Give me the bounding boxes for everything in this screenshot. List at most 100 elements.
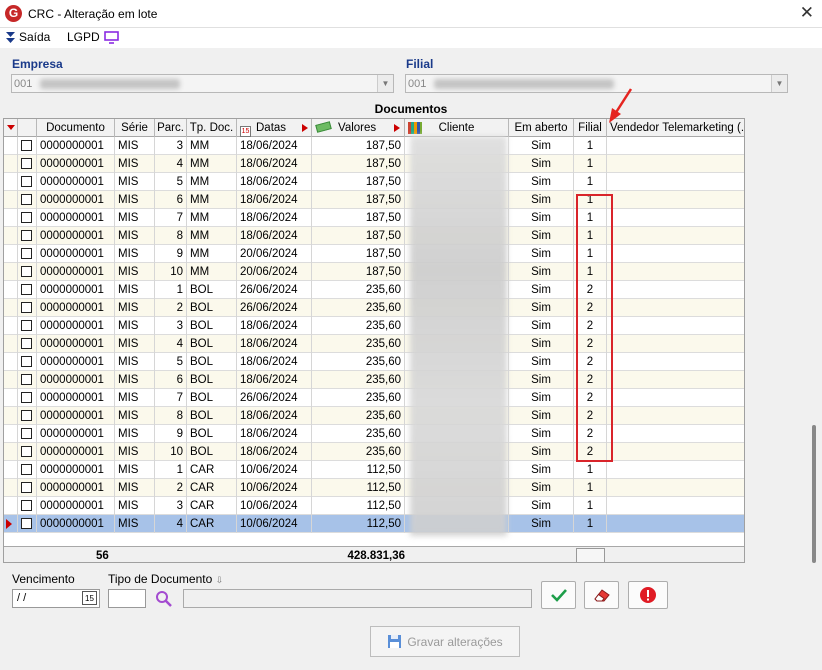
cell-serie[interactable]: MIS [115,173,155,191]
cell-tpdoc[interactable]: BOL [187,407,237,425]
cell-filial[interactable]: 1 [574,173,607,191]
table-row[interactable]: 0000000001 MIS 10 BOL 18/06/2024 235,60 Sim 2 [4,443,744,461]
cell-parc[interactable]: 4 [155,515,187,533]
cell-tpdoc[interactable]: BOL [187,425,237,443]
alert-button[interactable] [628,581,668,609]
cell-parc[interactable]: 6 [155,371,187,389]
cell-filial[interactable]: 1 [574,155,607,173]
cell-blank[interactable] [607,281,744,299]
calendar-picker-icon[interactable]: 15 [82,591,97,605]
cell-documento[interactable]: 0000000001 [37,353,115,371]
cell-filial[interactable]: 1 [574,497,607,515]
cell-documento[interactable]: 0000000001 [37,371,115,389]
cell-tpdoc[interactable]: BOL [187,389,237,407]
cell-valor[interactable]: 235,60 [312,317,405,335]
cell-parc[interactable]: 1 [155,461,187,479]
col-datas[interactable]: 15 Datas [237,119,312,137]
row-menu-header[interactable] [4,119,18,137]
cell-valor[interactable]: 235,60 [312,299,405,317]
cell-serie[interactable]: MIS [115,497,155,515]
col-filial[interactable]: Filial [574,119,607,137]
cell-aberto[interactable]: Sim [509,515,574,533]
cell-filial[interactable]: 1 [574,137,607,155]
cell-aberto[interactable]: Sim [509,173,574,191]
chevron-down-icon[interactable]: ▼ [377,75,393,92]
cell-documento[interactable]: 0000000001 [37,227,115,245]
cell-blank[interactable] [607,371,744,389]
col-serie[interactable]: Série [115,119,155,137]
table-row[interactable]: 0000000001 MIS 3 CAR 10/06/2024 112,50 Sim 1 [4,497,744,515]
select-all-header[interactable] [18,119,37,137]
cell-documento[interactable]: 0000000001 [37,443,115,461]
cell-serie[interactable]: MIS [115,407,155,425]
cell-serie[interactable]: MIS [115,299,155,317]
cell-aberto[interactable]: Sim [509,155,574,173]
cell-parc[interactable]: 3 [155,317,187,335]
cell-serie[interactable]: MIS [115,443,155,461]
cell-tpdoc[interactable]: BOL [187,353,237,371]
cell-blank[interactable] [607,515,744,533]
cell-tpdoc[interactable]: MM [187,245,237,263]
cell-documento[interactable]: 0000000001 [37,335,115,353]
col-valores[interactable]: Valores [312,119,405,137]
table-row[interactable]: 0000000001 MIS 5 BOL 18/06/2024 235,60 Sim 2 [4,353,744,371]
cell-aberto[interactable]: Sim [509,227,574,245]
cell-serie[interactable]: MIS [115,353,155,371]
table-row[interactable]: 0000000001 MIS 4 CAR 10/06/2024 112,50 Sim 1 [4,515,744,533]
cell-blank[interactable] [607,479,744,497]
cell-data[interactable]: 18/06/2024 [237,227,312,245]
cell-tpdoc[interactable]: MM [187,263,237,281]
cell-blank[interactable] [607,425,744,443]
table-row[interactable]: 0000000001 MIS 7 BOL 26/06/2024 235,60 Sim 2 [4,389,744,407]
cell-data[interactable]: 20/06/2024 [237,245,312,263]
saida-menu[interactable]: Saída [6,30,50,44]
cell-filial[interactable]: 1 [574,461,607,479]
cell-tpdoc[interactable]: BOL [187,371,237,389]
cell-data[interactable]: 18/06/2024 [237,335,312,353]
cell-valor[interactable]: 235,60 [312,425,405,443]
cell-blank[interactable] [607,173,744,191]
cell-tpdoc[interactable]: CAR [187,497,237,515]
table-row[interactable]: 0000000001 MIS 2 CAR 10/06/2024 112,50 Sim 1 [4,479,744,497]
cell-blank[interactable] [607,443,744,461]
cell-aberto[interactable]: Sim [509,353,574,371]
cell-serie[interactable]: MIS [115,191,155,209]
cell-serie[interactable]: MIS [115,461,155,479]
table-row[interactable]: 0000000001 MIS 9 MM 20/06/2024 187,50 Sim 1 [4,245,744,263]
chevron-down-icon[interactable]: ▼ [771,75,787,92]
cell-tpdoc[interactable]: CAR [187,461,237,479]
cell-blank[interactable] [607,299,744,317]
cell-serie[interactable]: MIS [115,137,155,155]
cell-aberto[interactable]: Sim [509,425,574,443]
cell-documento[interactable]: 0000000001 [37,245,115,263]
cell-data[interactable]: 18/06/2024 [237,173,312,191]
cell-tpdoc[interactable]: BOL [187,443,237,461]
col-documento[interactable]: Documento [37,119,115,137]
table-row[interactable]: 0000000001 MIS 3 MM 18/06/2024 187,50 Sim 1 [4,137,744,155]
cell-documento[interactable]: 0000000001 [37,191,115,209]
cell-aberto[interactable]: Sim [509,479,574,497]
cell-aberto[interactable]: Sim [509,299,574,317]
cell-blank[interactable] [607,335,744,353]
cell-aberto[interactable]: Sim [509,209,574,227]
cell-blank[interactable] [607,317,744,335]
cell-filial[interactable]: 1 [574,479,607,497]
clear-button[interactable] [584,581,619,609]
cell-data[interactable]: 10/06/2024 [237,515,312,533]
cell-documento[interactable]: 0000000001 [37,407,115,425]
cell-serie[interactable]: MIS [115,227,155,245]
cell-parc[interactable]: 4 [155,155,187,173]
cell-blank[interactable] [607,353,744,371]
cell-serie[interactable]: MIS [115,263,155,281]
table-row[interactable]: 0000000001 MIS 1 CAR 10/06/2024 112,50 Sim 1 [4,461,744,479]
cell-blank[interactable] [607,497,744,515]
cell-serie[interactable]: MIS [115,425,155,443]
search-icon[interactable] [155,590,173,608]
cell-parc[interactable]: 10 [155,443,187,461]
cell-serie[interactable]: MIS [115,389,155,407]
cell-documento[interactable]: 0000000001 [37,173,115,191]
cell-valor[interactable]: 235,60 [312,443,405,461]
cell-blank[interactable] [607,263,744,281]
cell-valor[interactable]: 235,60 [312,389,405,407]
cell-valor[interactable]: 187,50 [312,209,405,227]
